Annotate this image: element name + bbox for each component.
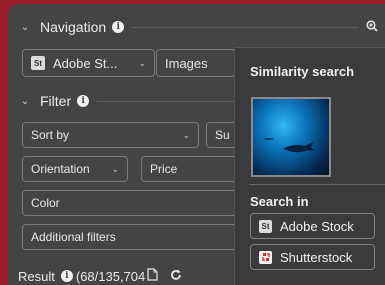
filter-title: Filter — [40, 93, 72, 109]
content-type-value: Images — [165, 55, 208, 71]
chevron-down-icon: ⌄ — [111, 163, 119, 174]
info-icon[interactable]: i — [77, 95, 90, 107]
search-in-label: Search in — [250, 194, 309, 209]
document-icon[interactable] — [147, 268, 158, 284]
result-bar: Result i (68/135,704 — [18, 268, 182, 284]
zoom-in-icon[interactable] — [366, 19, 378, 35]
price-select[interactable]: Price — [141, 156, 241, 182]
chevron-down-icon[interactable]: ⌄ — [18, 96, 32, 107]
info-icon[interactable]: i — [60, 270, 73, 282]
orientation-select[interactable]: Orientation ⌄ — [22, 156, 128, 182]
source-select-value: Adobe St... — [53, 55, 118, 71]
orientation-label: Orientation — [31, 162, 90, 176]
popover-title: Similarity search — [250, 64, 355, 79]
panel: ⌄ Navigation i St Adobe St... ⌄ Images ⌄… — [8, 4, 385, 285]
adobe-stock-label: Adobe Stock — [280, 218, 354, 234]
divider — [132, 26, 358, 28]
color-label: Color — [31, 196, 60, 210]
chevron-down-icon: ⌄ — [138, 57, 146, 68]
chevron-down-icon[interactable]: ⌄ — [18, 22, 32, 33]
adobe-stock-icon: St — [31, 56, 45, 70]
additional-filters-select[interactable]: Additional filters — [22, 224, 242, 250]
content-type-select[interactable]: Images — [156, 49, 236, 77]
price-label: Price — [150, 162, 178, 176]
sort-by-select[interactable]: Sort by ⌄ — [22, 122, 199, 148]
similarity-search-popover: Similarity search Search in St Adobe Sto… — [234, 47, 385, 285]
refresh-icon[interactable] — [170, 269, 182, 284]
shutterstock-label: Shutterstock — [280, 249, 353, 265]
navigation-header[interactable]: ⌄ Navigation i — [18, 16, 378, 38]
adobe-stock-button[interactable]: St Adobe Stock — [250, 213, 375, 239]
source-select[interactable]: St Adobe St... ⌄ — [22, 49, 155, 77]
divider — [249, 184, 385, 185]
result-count: (68/135,704 — [75, 268, 146, 284]
reference-image-thumbnail[interactable] — [251, 97, 331, 177]
shutterstock-icon — [259, 250, 272, 264]
info-icon[interactable]: i — [112, 21, 125, 33]
additional-filters-label: Additional filters — [31, 230, 116, 244]
sort-secondary-label: Su — [215, 128, 230, 142]
sort-by-label: Sort by — [31, 128, 70, 142]
result-label: Result — [18, 268, 55, 284]
chevron-down-icon: ⌄ — [182, 129, 190, 140]
color-select[interactable]: Color — [22, 190, 242, 216]
shutterstock-button[interactable]: Shutterstock — [250, 244, 375, 270]
navigation-title: Navigation — [40, 19, 107, 35]
adobe-stock-icon: St — [259, 219, 272, 233]
